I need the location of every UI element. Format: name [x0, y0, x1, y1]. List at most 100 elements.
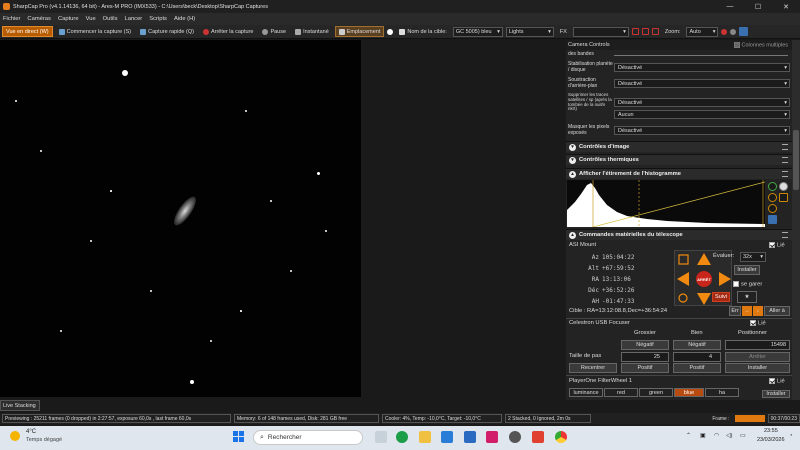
- satellite-trails-select[interactable]: Désactivé ▾: [614, 98, 790, 108]
- filter-green-button[interactable]: green: [639, 388, 673, 397]
- start-capture-button[interactable]: Commencer la capture (S): [56, 26, 135, 37]
- park-toggle[interactable]: se garer: [733, 281, 762, 288]
- mount-install-button[interactable]: Installer: [734, 265, 760, 275]
- panel-scrollbar[interactable]: [792, 40, 800, 400]
- notifications-icon[interactable]: ◔: [789, 433, 793, 439]
- target-name-select[interactable]: GC 5005) bleu ▾: [452, 26, 503, 37]
- filterwheel-install-button[interactable]: Installer: [762, 390, 790, 398]
- star-tracking-icon[interactable]: ★: [737, 291, 757, 303]
- hot-pixels-select[interactable]: Désactivé ▾: [614, 126, 790, 135]
- placement-button[interactable]: Emplacement: [334, 26, 385, 37]
- chrome-icon[interactable]: [555, 431, 567, 443]
- filter-blue-button[interactable]: blue: [674, 388, 704, 397]
- histogram-tool-icon[interactable]: [721, 28, 728, 35]
- live-view-button[interactable]: Vue en direct (W): [2, 26, 53, 37]
- menu-icon[interactable]: [782, 157, 788, 163]
- target-icon[interactable]: [678, 293, 688, 303]
- multi-columns-toggle[interactable]: Colonnes multiples: [733, 41, 792, 48]
- maximize-button[interactable]: ☐: [744, 0, 772, 13]
- snapshot-button[interactable]: Instantané: [292, 26, 332, 37]
- fine-positive-button[interactable]: Positif: [673, 363, 721, 373]
- menu-icon[interactable]: [782, 171, 788, 177]
- stop-capture-button[interactable]: Arrêter la capture: [200, 26, 257, 37]
- histogram-display[interactable]: [567, 180, 765, 227]
- stop-mount-button[interactable]: ARRÊT: [696, 271, 712, 287]
- app-pink-icon[interactable]: [486, 431, 498, 443]
- filterwheel-linked-toggle[interactable]: Lié: [769, 378, 785, 385]
- error-button[interactable]: Err: [729, 306, 741, 316]
- menu-view[interactable]: Vue: [86, 16, 96, 22]
- tracking-button[interactable]: Suivi: [712, 292, 730, 302]
- tools-icon[interactable]: [739, 27, 749, 36]
- planet-stabilization-select[interactable]: Désactivé ▾: [614, 63, 790, 72]
- pause-button[interactable]: Pause: [259, 26, 289, 37]
- app-dark-blue-icon[interactable]: [464, 431, 476, 443]
- weather-icon[interactable]: [10, 431, 20, 441]
- battery-icon[interactable]: ▭: [740, 433, 745, 439]
- menu-help[interactable]: Aide (H): [174, 16, 195, 22]
- focuser-linked-toggle[interactable]: Lié: [750, 320, 766, 327]
- fx-select[interactable]: ▾: [572, 26, 629, 37]
- menu-tools[interactable]: Outils: [103, 16, 118, 22]
- image-controls-section[interactable]: ▾ Contrôles d'image: [566, 141, 792, 152]
- minimize-button[interactable]: —: [716, 0, 744, 13]
- lightning-icon[interactable]: [768, 193, 777, 202]
- settings-tool-icon[interactable]: [730, 28, 737, 35]
- clock-time[interactable]: 23:55: [764, 428, 778, 434]
- app-blue-icon[interactable]: [441, 431, 453, 443]
- focus-box-icon[interactable]: [641, 28, 649, 35]
- arrow-down-icon[interactable]: ↓: [753, 306, 763, 316]
- coarse-step-input[interactable]: 25: [621, 352, 669, 362]
- spiral-icon[interactable]: [678, 254, 689, 265]
- partial-slider[interactable]: [614, 52, 788, 56]
- west-arrow[interactable]: [719, 272, 731, 286]
- frame-type-select[interactable]: Lights ▾: [505, 26, 554, 37]
- rate-select[interactable]: 32x ▾: [740, 252, 766, 262]
- task-view-icon[interactable]: [375, 431, 387, 443]
- multi-columns-checkbox[interactable]: [733, 41, 740, 48]
- auto-stretch-icon[interactable]: [768, 182, 777, 191]
- menu-cameras[interactable]: Caméras: [27, 16, 51, 22]
- quick-capture-button[interactable]: Capture rapide (Q): [137, 26, 197, 37]
- menu-run[interactable]: Lancer: [125, 16, 143, 22]
- reset-icon[interactable]: [768, 204, 777, 213]
- menu-file[interactable]: Fichier: [3, 16, 20, 22]
- windows-start-icon[interactable]: [233, 431, 245, 443]
- goto-button[interactable]: Aller à: [764, 306, 790, 316]
- fine-negative-button[interactable]: Négatif: [673, 340, 721, 350]
- north-arrow[interactable]: [697, 253, 711, 265]
- sharpcap-taskbar-icon[interactable]: [509, 431, 521, 443]
- thermal-controls-section[interactable]: ▾ Contrôles thermiques: [566, 154, 792, 165]
- filter-red-button[interactable]: red: [604, 388, 638, 397]
- taskbar-search[interactable]: ⌕ Rechercher: [253, 430, 363, 445]
- satellite-mode-select[interactable]: Aucun ▾: [614, 110, 790, 119]
- scrollbar-thumb[interactable]: [793, 130, 799, 190]
- app-red-icon[interactable]: [532, 431, 544, 443]
- save-icon[interactable]: [768, 215, 777, 224]
- position-value[interactable]: 15498: [725, 340, 790, 350]
- focuser-stop-button[interactable]: Arrêter: [725, 352, 790, 362]
- menu-icon[interactable]: [782, 232, 788, 238]
- east-arrow[interactable]: [677, 272, 689, 286]
- image-viewer[interactable]: [0, 40, 361, 397]
- filter-luminance-button[interactable]: luminance: [569, 388, 603, 397]
- focuser-linked-checkbox[interactable]: [750, 320, 756, 326]
- wifi-icon[interactable]: ◠: [714, 433, 719, 439]
- mount-linked-toggle[interactable]: Lié: [769, 242, 785, 249]
- lock-icon[interactable]: [779, 193, 788, 202]
- volume-icon[interactable]: ◁): [726, 433, 732, 439]
- reticle-icon[interactable]: [631, 28, 639, 35]
- south-arrow[interactable]: [697, 293, 711, 305]
- grid-icon[interactable]: [651, 28, 659, 35]
- focuser-recenter-button[interactable]: Recentrer: [569, 363, 617, 373]
- file-explorer-icon[interactable]: [419, 431, 431, 443]
- telescope-section[interactable]: ▴ Commandes matérielles du télescope: [566, 229, 792, 240]
- app-green-icon[interactable]: [396, 431, 408, 443]
- contrast-icon[interactable]: [779, 182, 788, 191]
- menu-icon[interactable]: [782, 144, 788, 150]
- clock-date[interactable]: 23/03/2026: [757, 437, 785, 443]
- zoom-select[interactable]: Auto ▾: [686, 26, 719, 37]
- tray-chevron-icon[interactable]: ⌃: [686, 433, 691, 439]
- coarse-positive-button[interactable]: Positif: [621, 363, 669, 373]
- filter-ha-button[interactable]: ha: [705, 388, 739, 397]
